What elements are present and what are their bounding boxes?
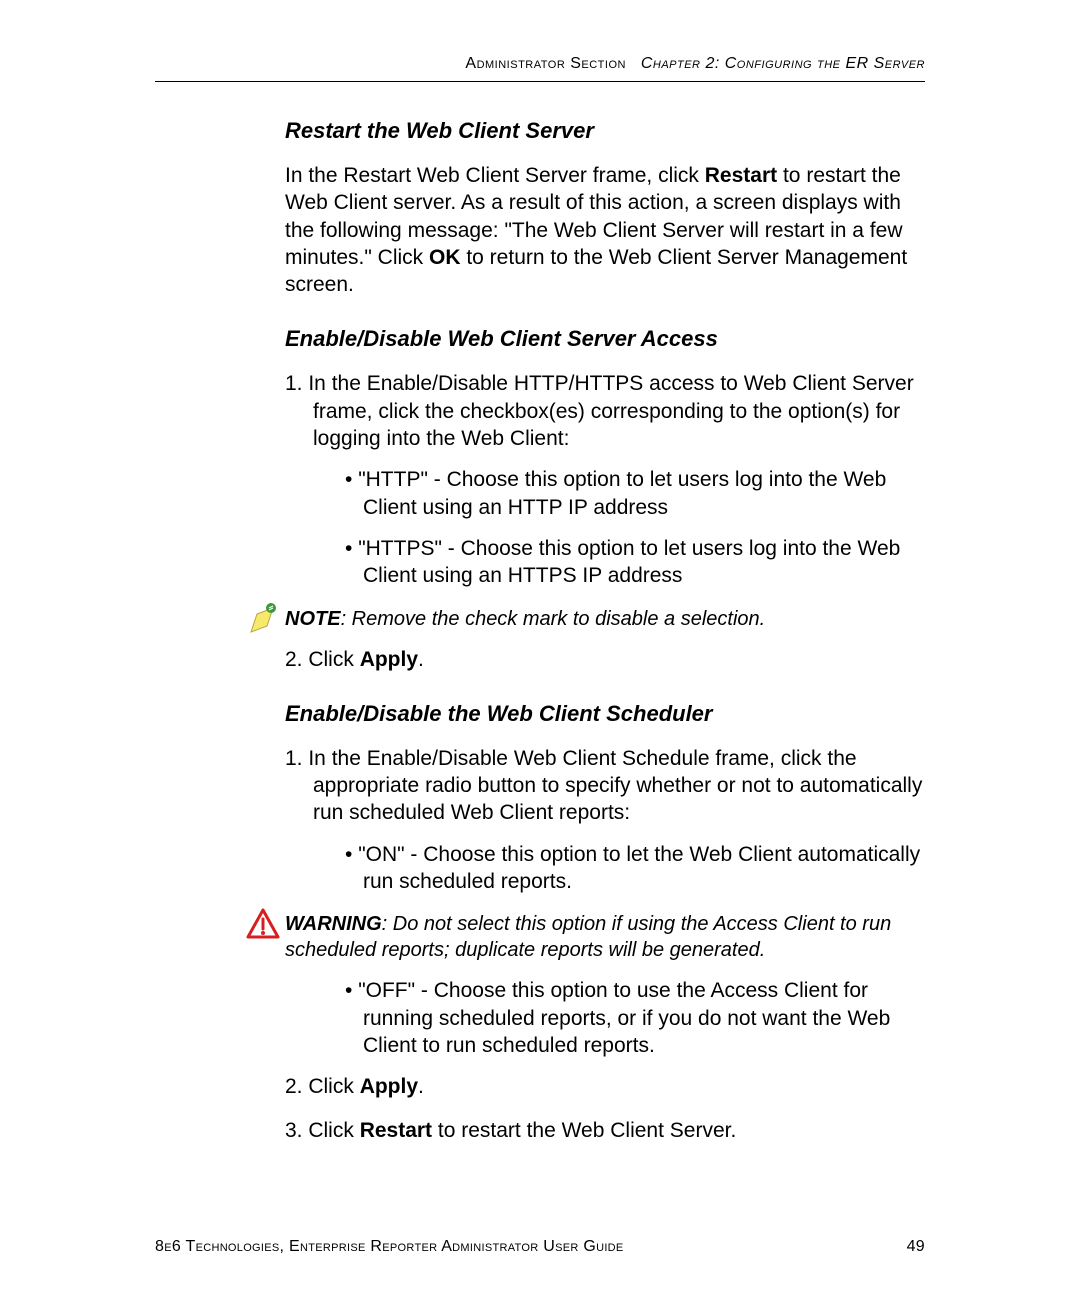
sublist-off: "OFF" - Choose this option to use the Ac… xyxy=(313,977,925,1059)
list-item: "ON" - Choose this option to let the Web… xyxy=(313,841,925,896)
list-access: 1. In the Enable/Disable HTTP/HTTPS acce… xyxy=(285,370,925,589)
list-item: 1. In the Enable/Disable HTTP/HTTPS acce… xyxy=(285,370,925,589)
list-item: "OFF" - Choose this option to use the Ac… xyxy=(313,977,925,1059)
para-restart: In the Restart Web Client Server frame, … xyxy=(285,162,925,298)
note-icon xyxy=(245,602,281,638)
list-item: "HTTP" - Choose this option to let users… xyxy=(313,466,925,521)
header-section: Administrator Section xyxy=(465,55,626,72)
sublist: "ON" - Choose this option to let the Web… xyxy=(313,841,925,896)
heading-enable-access: Enable/Disable Web Client Server Access xyxy=(285,326,925,352)
list-access-2: 2. Click Apply. xyxy=(285,646,925,673)
list-item: 2. Click Apply. xyxy=(285,646,925,673)
heading-restart: Restart the Web Client Server xyxy=(285,118,925,144)
list-scheduler-2: 2. Click Apply. 3. Click Restart to rest… xyxy=(285,1073,925,1144)
header-chapter: Chapter 2: Configuring the ER Server xyxy=(641,55,925,72)
list-item: 1. In the Enable/Disable Web Client Sche… xyxy=(285,745,925,895)
page-header: Administrator Section Chapter 2: Configu… xyxy=(155,55,925,82)
list-item: "HTTPS" - Choose this option to let user… xyxy=(313,535,925,590)
heading-scheduler: Enable/Disable the Web Client Scheduler xyxy=(285,701,925,727)
footer-text: 8e6 Technologies, Enterprise Reporter Ad… xyxy=(155,1238,624,1256)
note-block: NOTE: Remove the check mark to disable a… xyxy=(155,606,925,632)
list-scheduler: 1. In the Enable/Disable Web Client Sche… xyxy=(285,745,925,895)
list-item: 3. Click Restart to restart the Web Clie… xyxy=(285,1117,925,1144)
warning-icon xyxy=(245,907,281,943)
sublist: "HTTP" - Choose this option to let users… xyxy=(313,466,925,589)
warning-block: WARNING: Do not select this option if us… xyxy=(155,911,925,963)
main-content: Restart the Web Client Server In the Res… xyxy=(285,118,925,1144)
list-item: 2. Click Apply. xyxy=(285,1073,925,1100)
page-footer: 8e6 Technologies, Enterprise Reporter Ad… xyxy=(155,1238,925,1256)
page-number: 49 xyxy=(907,1238,925,1256)
